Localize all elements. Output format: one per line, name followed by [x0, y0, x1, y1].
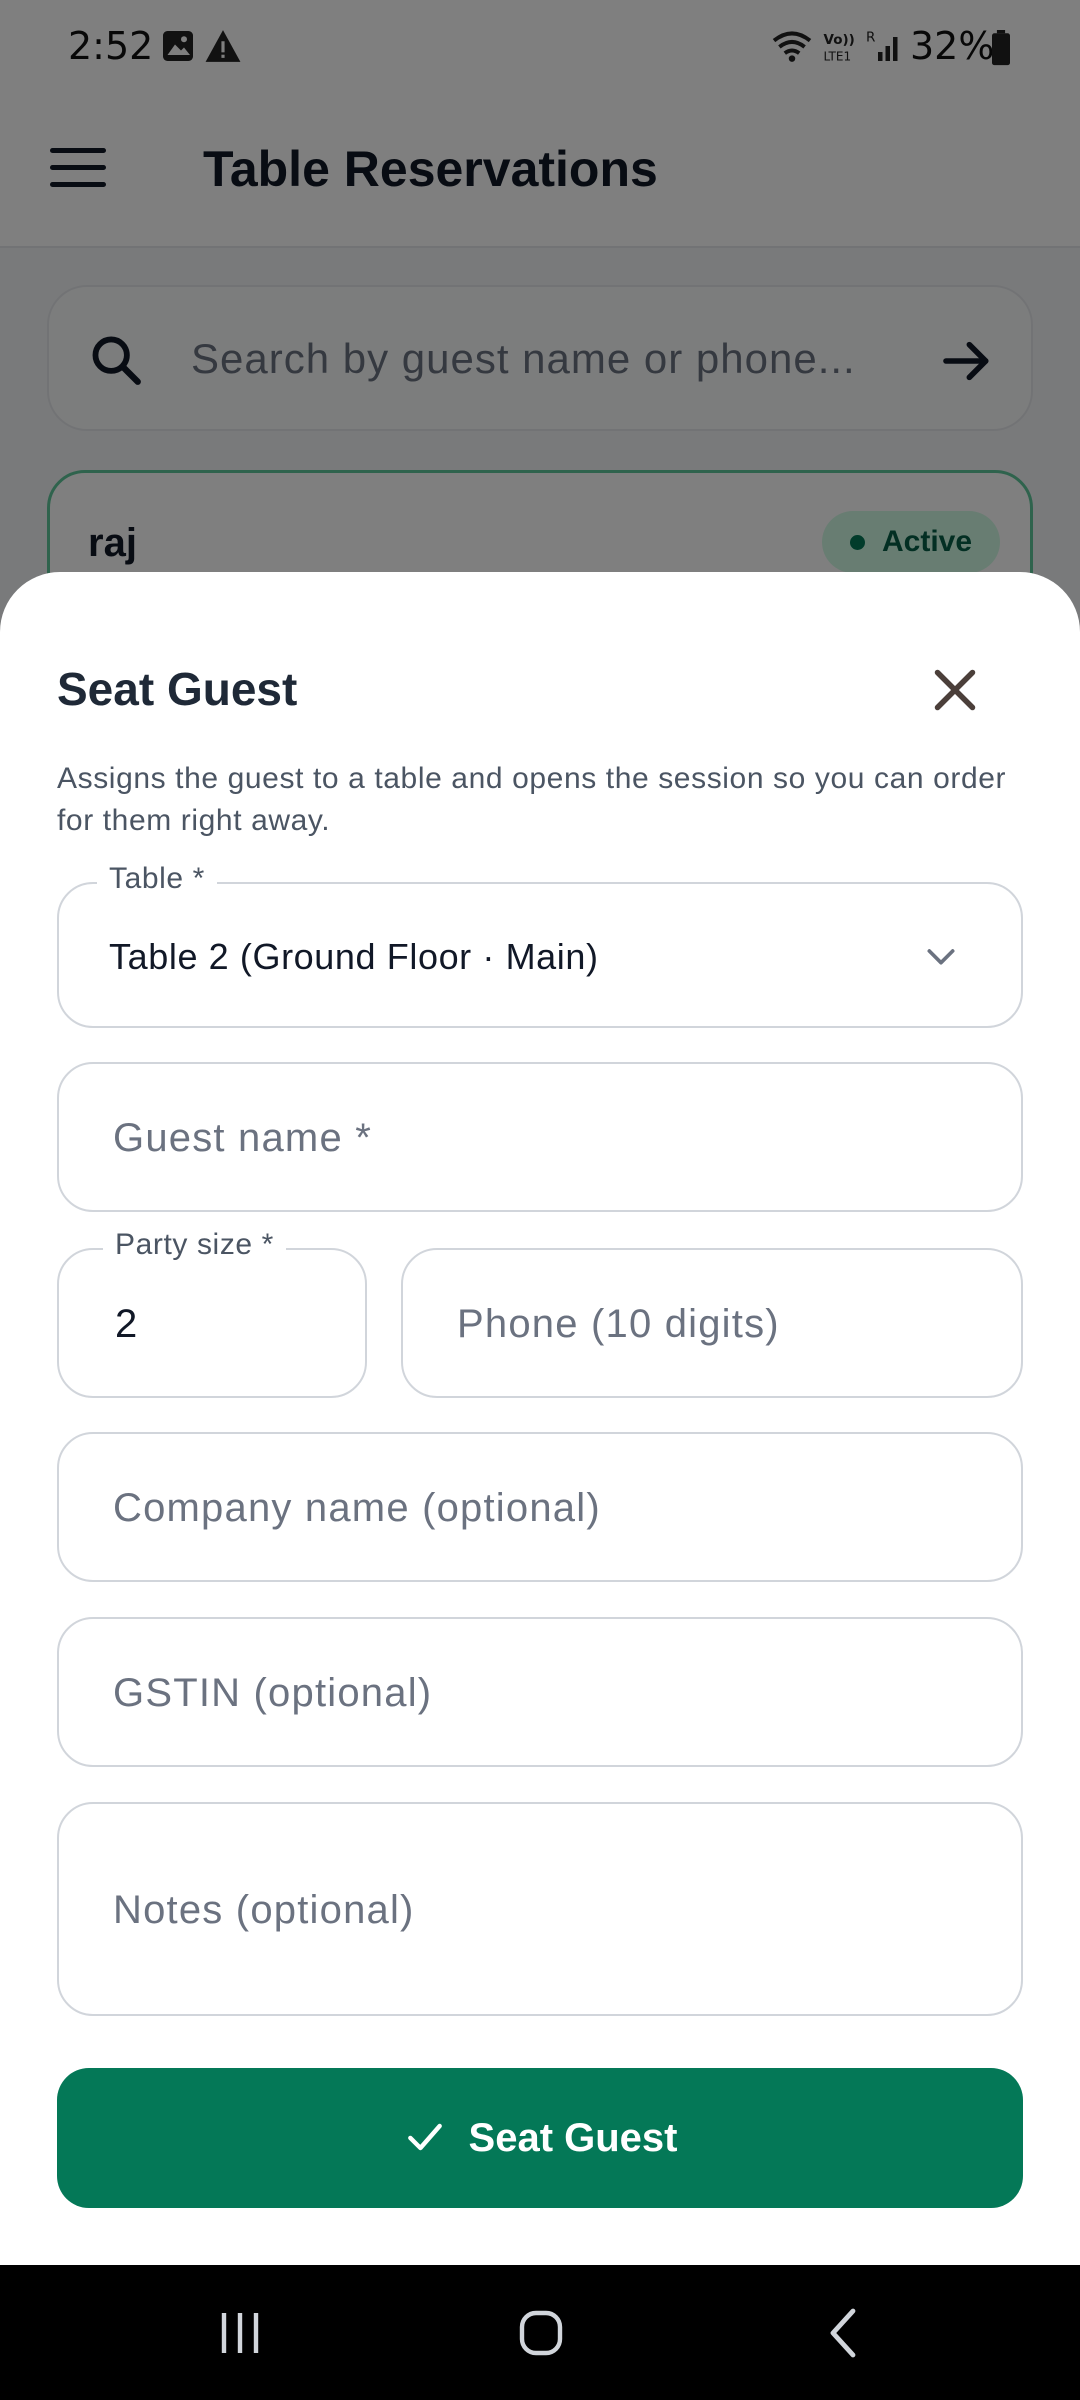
gstin-field[interactable] [57, 1617, 1023, 1767]
gstin-input[interactable] [113, 1663, 973, 1723]
system-nav-bar [0, 2265, 1080, 2400]
notes-field[interactable] [57, 1802, 1023, 2016]
recents-icon[interactable] [200, 2301, 280, 2365]
notes-input[interactable] [113, 1880, 973, 1940]
company-name-input[interactable] [113, 1478, 973, 1538]
company-name-field[interactable] [57, 1432, 1023, 1582]
seat-guest-button[interactable]: Seat Guest [57, 2068, 1023, 2208]
guest-name-field[interactable] [57, 1062, 1023, 1212]
chevron-down-icon [919, 936, 963, 981]
phone-input[interactable] [457, 1294, 977, 1354]
home-icon[interactable] [500, 2301, 580, 2365]
table-select-label: Table * [97, 862, 217, 896]
seat-guest-sheet: Seat Guest Assigns the guest to a table … [0, 572, 1080, 2265]
phone-field[interactable] [401, 1248, 1023, 1398]
seat-guest-button-label: Seat Guest [468, 2115, 678, 2160]
table-select[interactable]: Table * Table 2 (Ground Floor · Main) [57, 862, 1023, 1028]
close-icon[interactable] [925, 660, 985, 720]
sheet-description: Assigns the guest to a table and opens t… [57, 762, 1007, 837]
back-icon[interactable] [805, 2301, 885, 2365]
guest-name-input[interactable] [113, 1108, 973, 1168]
table-select-value: Table 2 (Ground Floor · Main) [109, 936, 599, 977]
party-size-label: Party size * [103, 1228, 286, 1262]
party-size-field[interactable]: Party size * 2 [57, 1228, 367, 1398]
seat-guest-button-content: Seat Guest [57, 2068, 1023, 2208]
sheet-title: Seat Guest [57, 663, 298, 715]
party-size-value: 2 [115, 1302, 138, 1346]
check-icon [403, 2115, 447, 2162]
